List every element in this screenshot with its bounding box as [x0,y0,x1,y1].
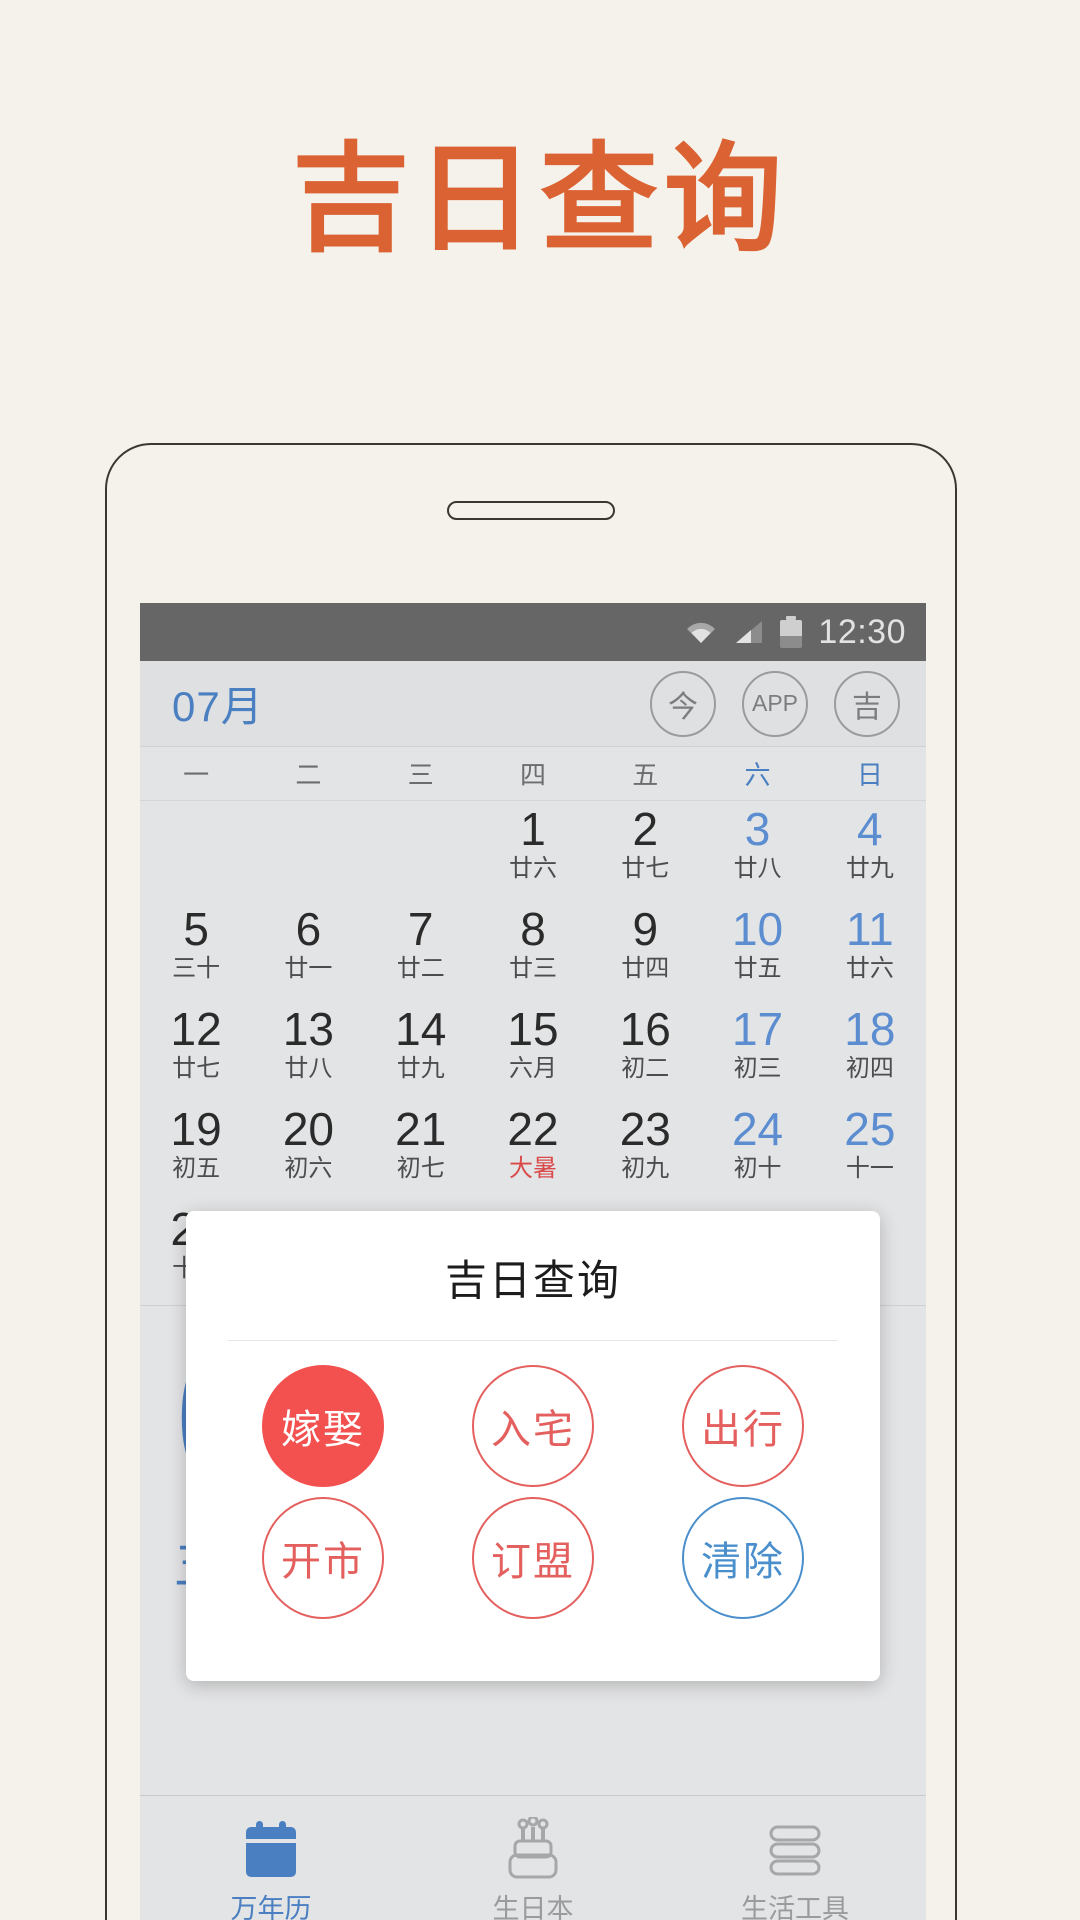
dialog-option-开市[interactable]: 开市 [262,1497,384,1619]
dialog-overlay[interactable]: 吉日查询 嫁娶 入宅 出行开市 订盟 清除 [140,603,926,1920]
dialog-option-出行[interactable]: 出行 [682,1365,804,1487]
dialog-option-订盟[interactable]: 订盟 [472,1497,594,1619]
phone-speaker-grille [447,501,615,520]
dialog-option-嫁娶[interactable]: 嫁娶 [262,1365,384,1487]
phone-screen: 12:30 07月 今 APP 吉 一二三四五六日 1 廿六 2 廿七 3 廿八 4 廿九 5 三… [140,603,926,1920]
phone-frame: 12:30 07月 今 APP 吉 一二三四五六日 1 廿六 2 廿七 3 廿八 4 廿九 5 三… [105,443,957,1920]
lucky-day-dialog: 吉日查询 嫁娶 入宅 出行开市 订盟 清除 [186,1211,880,1681]
dialog-option-grid[interactable]: 嫁娶 入宅 出行开市 订盟 清除 [186,1341,880,1619]
dialog-option-清除[interactable]: 清除 [682,1497,804,1619]
dialog-option-入宅[interactable]: 入宅 [472,1365,594,1487]
poster-page: 吉日查询 12:30 07月 今 APP 吉 一 二 三 四 五 六 日 1 廿… [0,0,1080,1920]
page-title: 吉日查询 [291,129,788,268]
dialog-title: 吉日查询 [444,1257,621,1304]
